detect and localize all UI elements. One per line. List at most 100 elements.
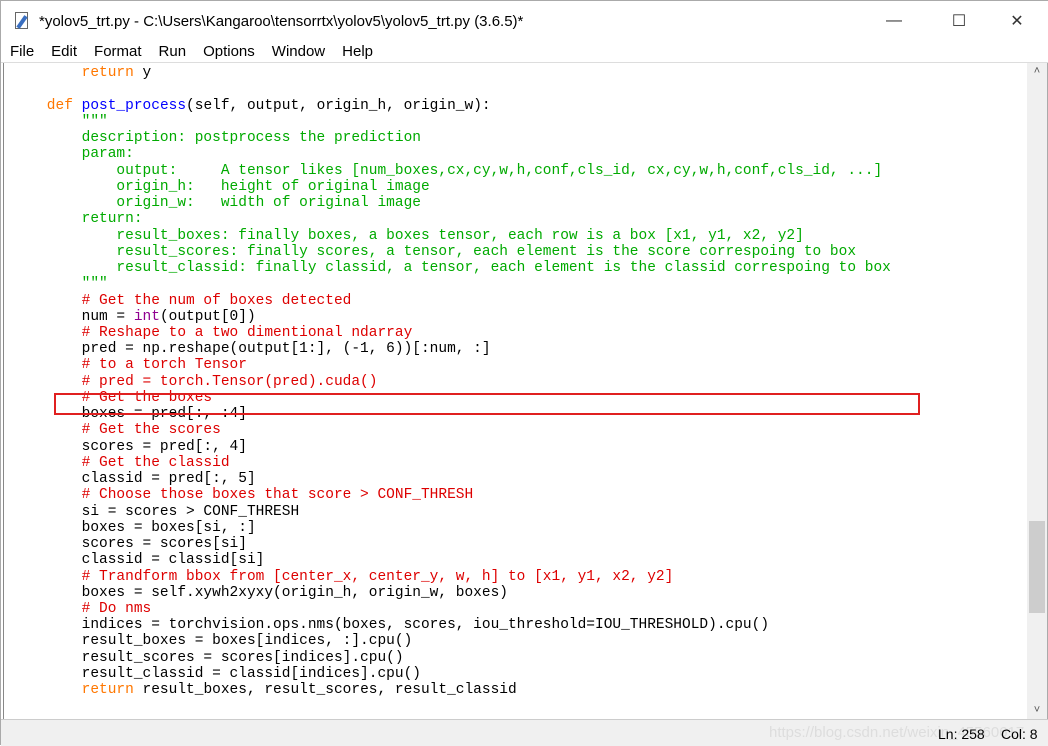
code-line[interactable]: result_boxes: finally boxes, a boxes ten…	[12, 228, 891, 244]
code-line[interactable]: # Reshape to a two dimentional ndarray	[12, 325, 891, 341]
code-line[interactable]: indices = torchvision.ops.nms(boxes, sco…	[12, 617, 891, 633]
code-token: post_process	[81, 97, 187, 114]
code-token: result_classid = classid[indices].cpu()	[12, 665, 421, 682]
menu-window[interactable]: Window	[263, 43, 333, 60]
code-token: return	[12, 65, 134, 82]
menu-edit[interactable]: Edit	[42, 43, 85, 60]
code-line[interactable]: result_classid: finally classid, a tenso…	[12, 260, 890, 276]
menu-format[interactable]: Format	[85, 43, 150, 60]
code-line[interactable]: description: postprocess the prediction	[12, 130, 891, 146]
code-token: num =	[12, 308, 134, 325]
highlight-box	[54, 393, 920, 415]
column-number: Col: 8	[1001, 726, 1038, 742]
vertical-scrollbar[interactable]: ˄ ˅	[1027, 63, 1047, 719]
scroll-up-icon[interactable]: ˄	[1027, 63, 1047, 80]
code-token: boxes = self.xywh2xyxy(origin_h, origin_…	[12, 584, 508, 601]
code-token: boxes = boxes[si, :]	[12, 519, 256, 536]
idle-file-icon	[13, 11, 31, 31]
code-token: # Choose those boxes that score > CONF_T…	[12, 487, 474, 504]
menu-bar: File Edit Format Run Options Window Help	[1, 41, 1048, 63]
code-line[interactable]: # Do nms	[12, 601, 891, 617]
code-token: result_scores = scores[indices].cpu()	[12, 649, 404, 666]
code-token: result_boxes, result_scores, result_clas…	[133, 682, 517, 699]
code-line[interactable]: output: A tensor likes [num_boxes,cx,cy,…	[12, 163, 891, 179]
code-token: def	[12, 97, 82, 114]
code-token: description: postprocess the prediction	[12, 130, 421, 147]
code-token: scores = scores[si]	[12, 536, 247, 553]
menu-file[interactable]: File	[1, 43, 42, 60]
code-editor[interactable]: ret, ... y return y def post_process(sel…	[3, 63, 1027, 719]
code-line[interactable]: # Get the num of boxes detected	[12, 293, 891, 309]
code-line[interactable]: scores = pred[:, 4]	[12, 439, 891, 455]
code-token: origin_h: height of original image	[12, 178, 430, 195]
code-token: classid = classid[si]	[12, 552, 265, 569]
code-token: result_boxes = boxes[indices, :].cpu()	[12, 633, 413, 650]
code-token: scores = pred[:, 4]	[12, 438, 247, 455]
code-token: y	[133, 65, 152, 82]
code-token: # Do nms	[12, 600, 152, 617]
code-line[interactable]: # pred = torch.Tensor(pred).cuda()	[12, 374, 891, 390]
code-line[interactable]: origin_h: height of original image	[12, 179, 891, 195]
code-token: param:	[12, 146, 134, 163]
menu-help[interactable]: Help	[333, 43, 381, 60]
code-token: # Reshape to a two dimentional ndarray	[12, 324, 413, 341]
code-token: """	[12, 276, 108, 293]
minimize-button[interactable]: —	[871, 1, 917, 41]
code-token: (self, output, origin_h, origin_w):	[186, 97, 491, 114]
code-line[interactable]: def post_process(self, output, origin_h,…	[12, 98, 891, 114]
code-line[interactable]: return:	[12, 211, 891, 227]
code-token: output: A tensor likes [num_boxes,cx,cy,…	[12, 162, 883, 179]
code-token: origin_w: width of original image	[12, 195, 421, 212]
code-line[interactable]: result_boxes = boxes[indices, :].cpu()	[12, 633, 891, 649]
code-token: # Get the num of boxes detected	[12, 292, 352, 309]
code-line[interactable]: # Get the scores	[12, 422, 891, 438]
code-line[interactable]: result_scores: finally scores, a tensor,…	[12, 244, 891, 260]
title-bar: *yolov5_trt.py - C:\Users\Kangaroo\tenso…	[1, 1, 1048, 41]
close-button[interactable]: ✕	[994, 1, 1040, 41]
code-token: # to a torch Tensor	[12, 357, 247, 374]
code-line[interactable]: # Get the classid	[12, 455, 891, 471]
code-token: classid = pred[:, 5]	[12, 471, 256, 488]
code-token: (output[0])	[159, 308, 256, 325]
code-line[interactable]: boxes = boxes[si, :]	[12, 520, 891, 536]
code-line[interactable]: return result_boxes, result_scores, resu…	[12, 682, 891, 698]
code-line[interactable]: result_scores = scores[indices].cpu()	[12, 650, 891, 666]
code-token: # Get the classid	[12, 454, 230, 471]
code-token: pred = np.reshape(output[1:], (-1, 6))[:…	[12, 341, 491, 358]
code-text[interactable]: ret, ... y return y def post_process(sel…	[12, 63, 891, 698]
code-line[interactable]: param:	[12, 146, 891, 162]
code-token: result_scores: finally scores, a tensor,…	[12, 243, 857, 260]
window-title: *yolov5_trt.py - C:\Users\Kangaroo\tenso…	[39, 12, 524, 30]
code-token: si = scores > CONF_THRESH	[12, 503, 300, 520]
code-token: """	[12, 113, 108, 130]
code-line[interactable]: # Trandform bbox from [center_x, center_…	[12, 569, 891, 585]
code-token: return	[12, 682, 134, 699]
code-line[interactable]: # to a torch Tensor	[12, 357, 891, 373]
code-line[interactable]: # Choose those boxes that score > CONF_T…	[12, 487, 891, 503]
code-token: # Trandform bbox from [center_x, center_…	[12, 568, 674, 585]
code-line[interactable]: scores = scores[si]	[12, 536, 891, 552]
code-token: int	[133, 308, 160, 325]
status-bar: https://blog.csdn.net/weixin_45560617 Ln…	[1, 719, 1048, 746]
code-line[interactable]: classid = classid[si]	[12, 552, 891, 568]
menu-options[interactable]: Options	[194, 43, 263, 60]
code-line[interactable]	[12, 81, 891, 97]
maximize-button[interactable]: ☐	[936, 1, 982, 41]
code-line[interactable]: result_classid = classid[indices].cpu()	[12, 666, 891, 682]
code-line[interactable]: origin_w: width of original image	[12, 195, 891, 211]
code-line[interactable]: classid = pred[:, 5]	[12, 471, 891, 487]
code-line[interactable]: """	[12, 276, 891, 292]
code-line[interactable]: boxes = self.xywh2xyxy(origin_h, origin_…	[12, 585, 891, 601]
code-line[interactable]: return y	[12, 65, 891, 81]
code-line[interactable]: si = scores > CONF_THRESH	[12, 504, 891, 520]
scroll-down-icon[interactable]: ˅	[1027, 702, 1047, 719]
code-token: result_boxes: finally boxes, a boxes ten…	[12, 227, 804, 244]
code-token: # pred = torch.Tensor(pred).cuda()	[12, 373, 378, 390]
code-line[interactable]: """	[12, 114, 891, 130]
code-line[interactable]: num = int(output[0])	[12, 309, 891, 325]
scrollbar-thumb[interactable]	[1029, 521, 1045, 613]
code-token: return:	[12, 211, 143, 228]
code-line[interactable]: pred = np.reshape(output[1:], (-1, 6))[:…	[12, 341, 891, 357]
code-token: indices = torchvision.ops.nms(boxes, sco…	[12, 617, 770, 634]
menu-run[interactable]: Run	[150, 43, 195, 60]
